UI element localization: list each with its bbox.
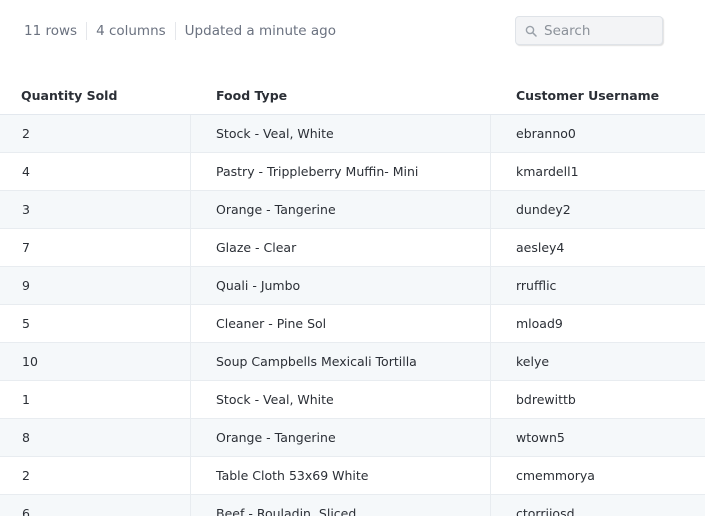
table-row[interactable]: 3 Orange - Tangerine dundey2 [0, 191, 705, 229]
cell-customer-username: wtown5 [490, 419, 705, 456]
divider [174, 22, 176, 40]
data-table: Quantity Sold Food Type Customer Usernam… [0, 76, 705, 516]
data-table-view: 11 rows 4 columns Updated a minute ago Q… [0, 0, 705, 516]
cell-customer-username: ebranno0 [490, 115, 705, 152]
cell-customer-username: dundey2 [490, 191, 705, 228]
table-row[interactable]: 1 Stock - Veal, White bdrewittb [0, 381, 705, 419]
cell-food-type: Soup Campbells Mexicali Tortilla [190, 343, 490, 380]
cell-quantity-sold: 9 [22, 278, 30, 293]
cell-customer-username: kmardell1 [490, 153, 705, 190]
column-count: 4 columns [96, 23, 166, 39]
table-toolbar: 11 rows 4 columns Updated a minute ago [0, 0, 705, 62]
row-count: 11 rows [24, 23, 78, 39]
cell-food-type: Beef - Rouladin, Sliced [190, 495, 490, 516]
column-header-food-type[interactable]: Food Type [190, 76, 490, 114]
table-body: 2 Stock - Veal, White ebranno0 4 Pastry - Tr… [0, 115, 705, 516]
cell-food-type: Table Cloth 53x69 White [190, 457, 490, 494]
cell-quantity-sold: 8 [22, 430, 30, 445]
cell-customer-username: ctorrijosd [490, 495, 705, 516]
cell-customer-username: rrufflic [490, 267, 705, 304]
cell-food-type: Quali - Jumbo [190, 267, 490, 304]
table-row[interactable]: 6 Beef - Rouladin, Sliced ctorrijosd [0, 495, 705, 516]
cell-food-type: Orange - Tangerine [190, 191, 490, 228]
cell-quantity-sold: 5 [22, 316, 30, 331]
table-meta: 11 rows 4 columns Updated a minute ago [24, 22, 336, 40]
cell-customer-username: aesley4 [490, 229, 705, 266]
cell-quantity-sold: 1 [22, 392, 30, 407]
search-input[interactable] [544, 22, 654, 39]
search-box[interactable] [515, 16, 663, 45]
cell-quantity-sold: 2 [22, 126, 30, 141]
table-row[interactable]: 2 Table Cloth 53x69 White cmemmorya [0, 457, 705, 495]
cell-food-type: Orange - Tangerine [190, 419, 490, 456]
cell-quantity-sold: 6 [22, 506, 30, 516]
cell-customer-username: cmemmorya [490, 457, 705, 494]
table-row[interactable]: 7 Glaze - Clear aesley4 [0, 229, 705, 267]
table-row[interactable]: 5 Cleaner - Pine Sol mload9 [0, 305, 705, 343]
column-header-customer-username[interactable]: Customer Username [490, 76, 705, 114]
cell-quantity-sold: 4 [22, 164, 30, 179]
table-header-row: Quantity Sold Food Type Customer Usernam… [0, 76, 705, 115]
table-row[interactable]: 8 Orange - Tangerine wtown5 [0, 419, 705, 457]
cell-customer-username: kelye [490, 343, 705, 380]
table-row[interactable]: 9 Quali - Jumbo rrufflic [0, 267, 705, 305]
cell-customer-username: mload9 [490, 305, 705, 342]
table-row[interactable]: 4 Pastry - Trippleberry Muffin- Mini kmard… [0, 153, 705, 191]
search-icon [524, 24, 538, 38]
cell-food-type: Glaze - Clear [190, 229, 490, 266]
cell-food-type: Stock - Veal, White [190, 381, 490, 418]
updated-status: Updated a minute ago [184, 23, 336, 39]
table-row[interactable]: 10 Soup Campbells Mexicali Tortilla kelye [0, 343, 705, 381]
cell-quantity-sold: 3 [22, 202, 30, 217]
cell-food-type: Cleaner - Pine Sol [190, 305, 490, 342]
cell-quantity-sold: 7 [22, 240, 30, 255]
cell-food-type: Pastry - Trippleberry Muffin- Mini [190, 153, 490, 190]
cell-customer-username: bdrewittb [490, 381, 705, 418]
column-header-quantity-sold[interactable]: Quantity Sold [0, 76, 190, 114]
table-row[interactable]: 2 Stock - Veal, White ebranno0 [0, 115, 705, 153]
cell-food-type: Stock - Veal, White [190, 115, 490, 152]
divider [86, 22, 88, 40]
cell-quantity-sold: 2 [22, 468, 30, 483]
cell-quantity-sold: 10 [22, 354, 38, 369]
